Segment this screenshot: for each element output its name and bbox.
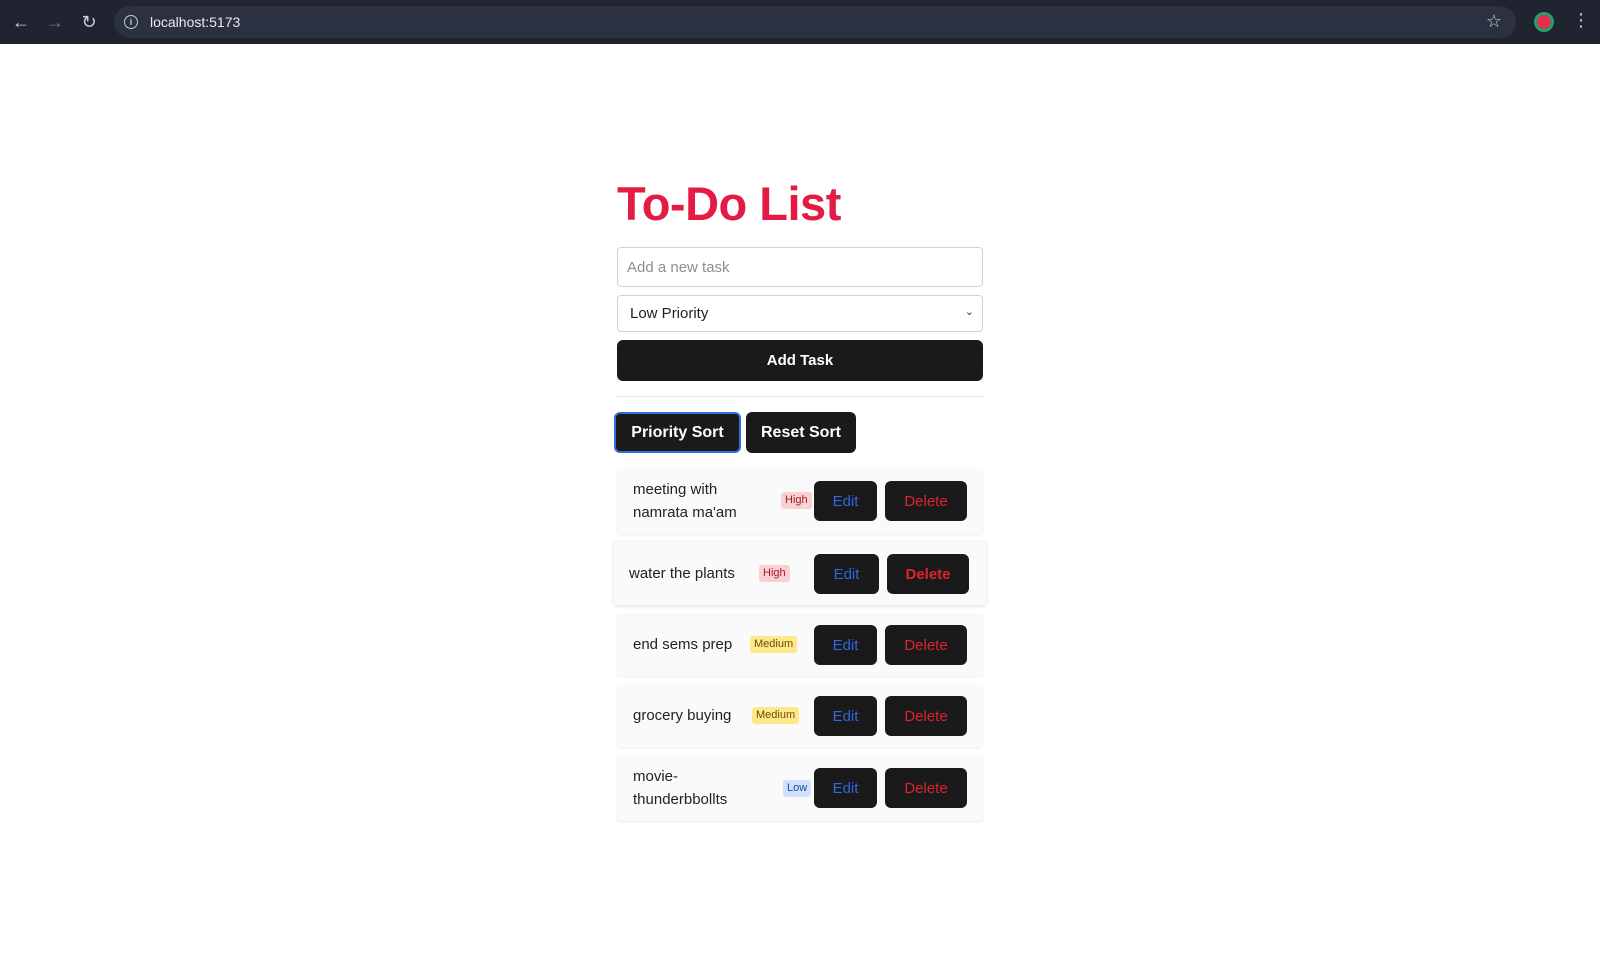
- priority-select[interactable]: Low Priority ⌄: [617, 295, 983, 332]
- task-text: meeting with namrata ma'am: [633, 478, 737, 524]
- edit-button[interactable]: Edit: [814, 696, 877, 736]
- task-text-line: thunderbbollts: [633, 791, 728, 808]
- chevron-down-icon: ⌄: [964, 306, 974, 318]
- task-item: end sems prep Medium Edit Delete: [617, 613, 983, 676]
- task-item: grocery buying Medium Edit Delete: [617, 684, 983, 747]
- task-text-line: grocery buying: [633, 707, 732, 724]
- priority-select-value: Low Priority: [630, 305, 709, 322]
- delete-button[interactable]: Delete: [887, 554, 969, 594]
- task-item: movie- thunderbbollts Low Edit Delete: [617, 755, 983, 821]
- task-text: movie- thunderbbollts: [633, 765, 727, 811]
- edit-button[interactable]: Edit: [814, 481, 877, 521]
- task-text: grocery buying: [633, 704, 731, 727]
- nav-buttons: ← → ↻: [4, 5, 106, 39]
- sort-controls: Priority Sort Reset Sort: [614, 412, 983, 453]
- delete-button[interactable]: Delete: [885, 481, 967, 521]
- site-info-icon[interactable]: i: [124, 15, 138, 29]
- profile-avatar-icon[interactable]: [1534, 12, 1554, 32]
- task-text-line: namrata ma'am: [633, 504, 737, 521]
- bookmark-star-icon[interactable]: ☆: [1486, 11, 1502, 32]
- task-text: water the plants: [629, 562, 735, 585]
- back-arrow-icon[interactable]: ←: [4, 5, 38, 39]
- new-task-input[interactable]: [617, 247, 983, 287]
- page-title: To-Do List: [617, 177, 841, 230]
- task-text: end sems prep: [633, 633, 732, 656]
- task-item: meeting with namrata ma'am High Edit Del…: [617, 468, 983, 534]
- add-task-button[interactable]: Add Task: [617, 340, 983, 381]
- task-item: water the plants High Edit Delete: [614, 542, 986, 605]
- delete-button[interactable]: Delete: [885, 768, 967, 808]
- task-text-line: movie-: [633, 768, 679, 785]
- url-text[interactable]: localhost:5173: [150, 14, 240, 30]
- delete-button[interactable]: Delete: [885, 625, 967, 665]
- reset-sort-button[interactable]: Reset Sort: [746, 412, 856, 453]
- task-text-line: meeting with: [633, 481, 718, 498]
- task-text-line: end sems prep: [633, 636, 733, 653]
- priority-badge: High: [759, 565, 790, 582]
- edit-button[interactable]: Edit: [814, 625, 877, 665]
- address-bar[interactable]: i localhost:5173 ☆: [114, 6, 1516, 38]
- browser-toolbar: ← → ↻ i localhost:5173 ☆ ⋮: [0, 0, 1600, 44]
- forward-arrow-icon[interactable]: →: [38, 5, 72, 39]
- task-list: meeting with namrata ma'am High Edit Del…: [614, 468, 986, 821]
- edit-button[interactable]: Edit: [814, 768, 877, 808]
- priority-badge: Low: [783, 780, 812, 797]
- priority-badge: High: [781, 492, 812, 509]
- divider: [617, 396, 983, 397]
- browser-menu-icon[interactable]: ⋮: [1572, 10, 1590, 31]
- priority-badge: Medium: [752, 707, 800, 724]
- edit-button[interactable]: Edit: [814, 554, 879, 594]
- todo-app: To-Do List Low Priority ⌄ Add Task Prior…: [614, 176, 986, 829]
- task-text-line: water the plants: [629, 565, 735, 582]
- delete-button[interactable]: Delete: [885, 696, 967, 736]
- priority-sort-button[interactable]: Priority Sort: [614, 412, 741, 453]
- reload-icon[interactable]: ↻: [72, 5, 106, 39]
- priority-badge: Medium: [750, 636, 798, 653]
